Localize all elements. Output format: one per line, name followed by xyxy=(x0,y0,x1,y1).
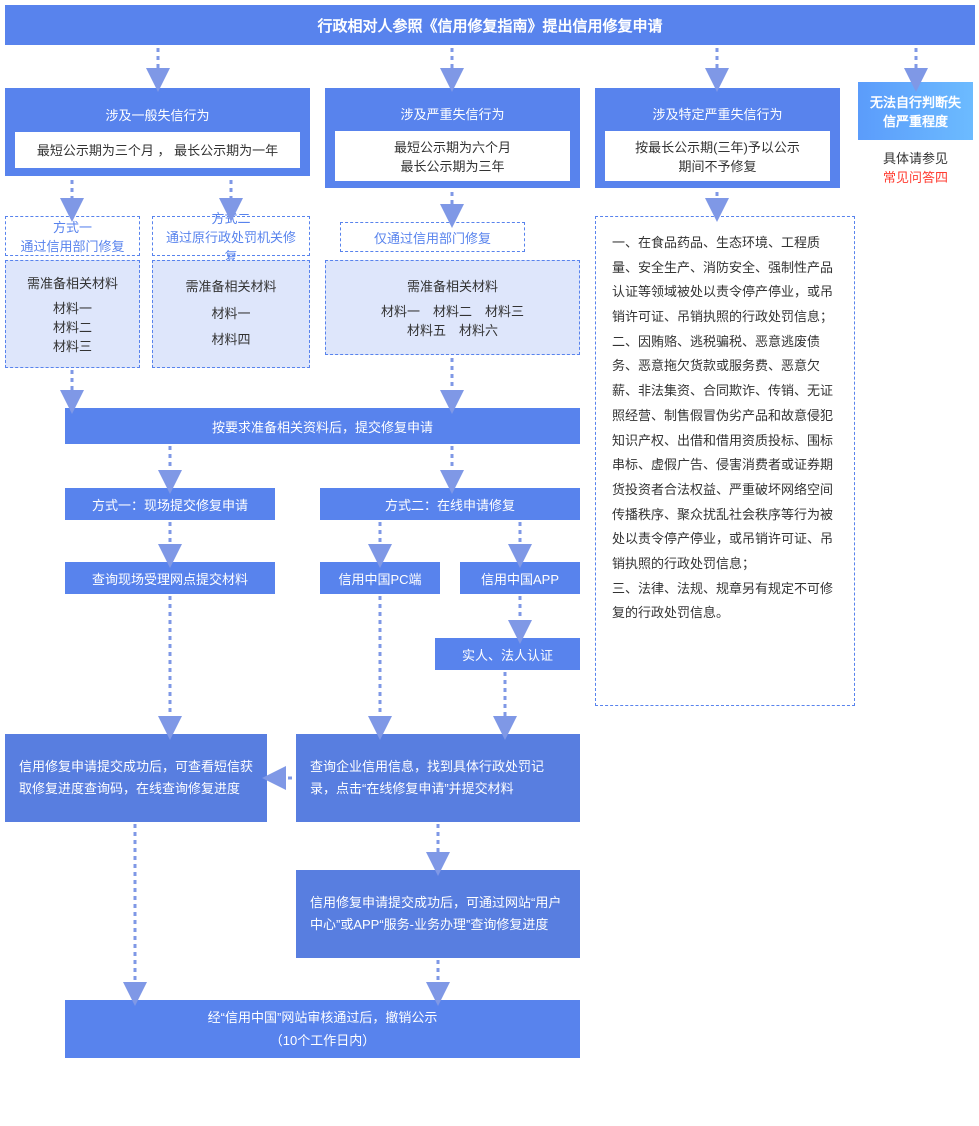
method3-materials: 需准备相关材料 材料一 材料二 材料三 材料五 材料六 xyxy=(325,260,580,355)
left-note: 信用修复申请提交成功后，可查看短信获取修复进度查询码，在线查询修复进度 xyxy=(5,734,267,822)
method1-materials: 需准备相关材料 材料一 材料二 材料三 xyxy=(5,260,140,368)
prepare-banner: 按要求准备相关资料后，提交修复申请 xyxy=(65,408,580,444)
m1-i2: 材料二 xyxy=(53,317,92,336)
faq-card[interactable]: 无法自行判断失信严重程度 具体请参见 常见问答四 xyxy=(858,88,973,188)
col1-title: 涉及一般失信行为 xyxy=(5,97,310,132)
col3-sub1: 按最长公示期(三年)予以公示 xyxy=(635,137,800,156)
method1-title: 方式一 通过信用部门修复 xyxy=(5,216,140,256)
special-text: 一、在食品药品、生态环境、工程质量、安全生产、消防安全、强制性产品认证等领域被处… xyxy=(612,231,838,626)
col2-sub2: 最长公示期为三年 xyxy=(400,156,504,175)
m2-t2: 通过原行政处罚机关修复 xyxy=(161,227,301,265)
m3-row1: 材料一 材料二 材料三 xyxy=(381,301,524,320)
right-note-2: 信用修复申请提交成功后，可通过网站“用户中心”或APP“服务-业务办理”查询修复… xyxy=(296,870,580,958)
final-1: 经“信用中国”网站审核通过后，撤销公示 xyxy=(208,1006,438,1029)
col2-sub: 最短公示期为六个月 最长公示期为三年 xyxy=(335,131,570,181)
col3-title: 涉及特定严重失信行为 xyxy=(595,96,840,131)
offline-query: 查询现场受理网点提交材料 xyxy=(65,562,275,594)
col2-sub1: 最短公示期为六个月 xyxy=(394,137,511,156)
right-note-1: 查询企业信用信息，找到具体行政处罚记录，点击“在线修复申请”并提交材料 xyxy=(296,734,580,822)
m2-i1: 材料一 xyxy=(211,301,250,327)
credit-china-pc[interactable]: 信用中国PC端 xyxy=(320,562,440,594)
final-2: （10个工作日内） xyxy=(270,1029,375,1052)
m2-hdr: 需准备相关材料 xyxy=(185,276,276,295)
m1-hdr: 需准备相关材料 xyxy=(27,273,118,292)
auth: 实人、法人认证 xyxy=(435,638,580,670)
credit-china-app[interactable]: 信用中国APP xyxy=(460,562,580,594)
method2-title: 方式二 通过原行政处罚机关修复 xyxy=(152,216,310,256)
header-banner: 行政相对人参照《信用修复指南》提出信用修复申请 xyxy=(5,5,975,45)
way2: 方式二：在线申请修复 xyxy=(320,488,580,520)
faq-body: 具体请参见 常见问答四 xyxy=(858,140,973,194)
col1-sub: 最短公示期为三个月 ， 最长公示期为一年 xyxy=(15,132,300,168)
m2-i2: 材料四 xyxy=(211,327,250,353)
final-banner: 经“信用中国”网站审核通过后，撤销公示 （10个工作日内） xyxy=(65,1000,580,1058)
m1-i3: 材料三 xyxy=(53,336,92,355)
m3-row2: 材料五 材料六 xyxy=(407,320,498,339)
faq-line1: 具体请参见 xyxy=(883,151,948,166)
m1-t1: 方式一 xyxy=(53,217,92,236)
method3-title: 仅通过信用部门修复 xyxy=(340,222,525,252)
col3-card: 涉及特定严重失信行为 按最长公示期(三年)予以公示 期间不予修复 xyxy=(595,88,840,188)
m3-hdr: 需准备相关材料 xyxy=(407,276,498,295)
col3-sub: 按最长公示期(三年)予以公示 期间不予修复 xyxy=(605,131,830,181)
faq-link[interactable]: 常见问答四 xyxy=(883,170,948,185)
col2-card: 涉及严重失信行为 最短公示期为六个月 最长公示期为三年 xyxy=(325,88,580,188)
method2-materials: 需准备相关材料 材料一 材料四 xyxy=(152,260,310,368)
col2-title: 涉及严重失信行为 xyxy=(325,96,580,131)
col1-card: 涉及一般失信行为 最短公示期为三个月 ， 最长公示期为一年 xyxy=(5,88,310,176)
faq-title: 无法自行判断失信严重程度 xyxy=(858,82,973,140)
special-list: 一、在食品药品、生态环境、工程质量、安全生产、消防安全、强制性产品认证等领域被处… xyxy=(595,216,855,706)
m1-i1: 材料一 xyxy=(53,298,92,317)
m1-t2: 通过信用部门修复 xyxy=(20,236,124,255)
m2-t1: 方式二 xyxy=(211,208,250,227)
way1: 方式一：现场提交修复申请 xyxy=(65,488,275,520)
col3-sub2: 期间不予修复 xyxy=(678,156,756,175)
